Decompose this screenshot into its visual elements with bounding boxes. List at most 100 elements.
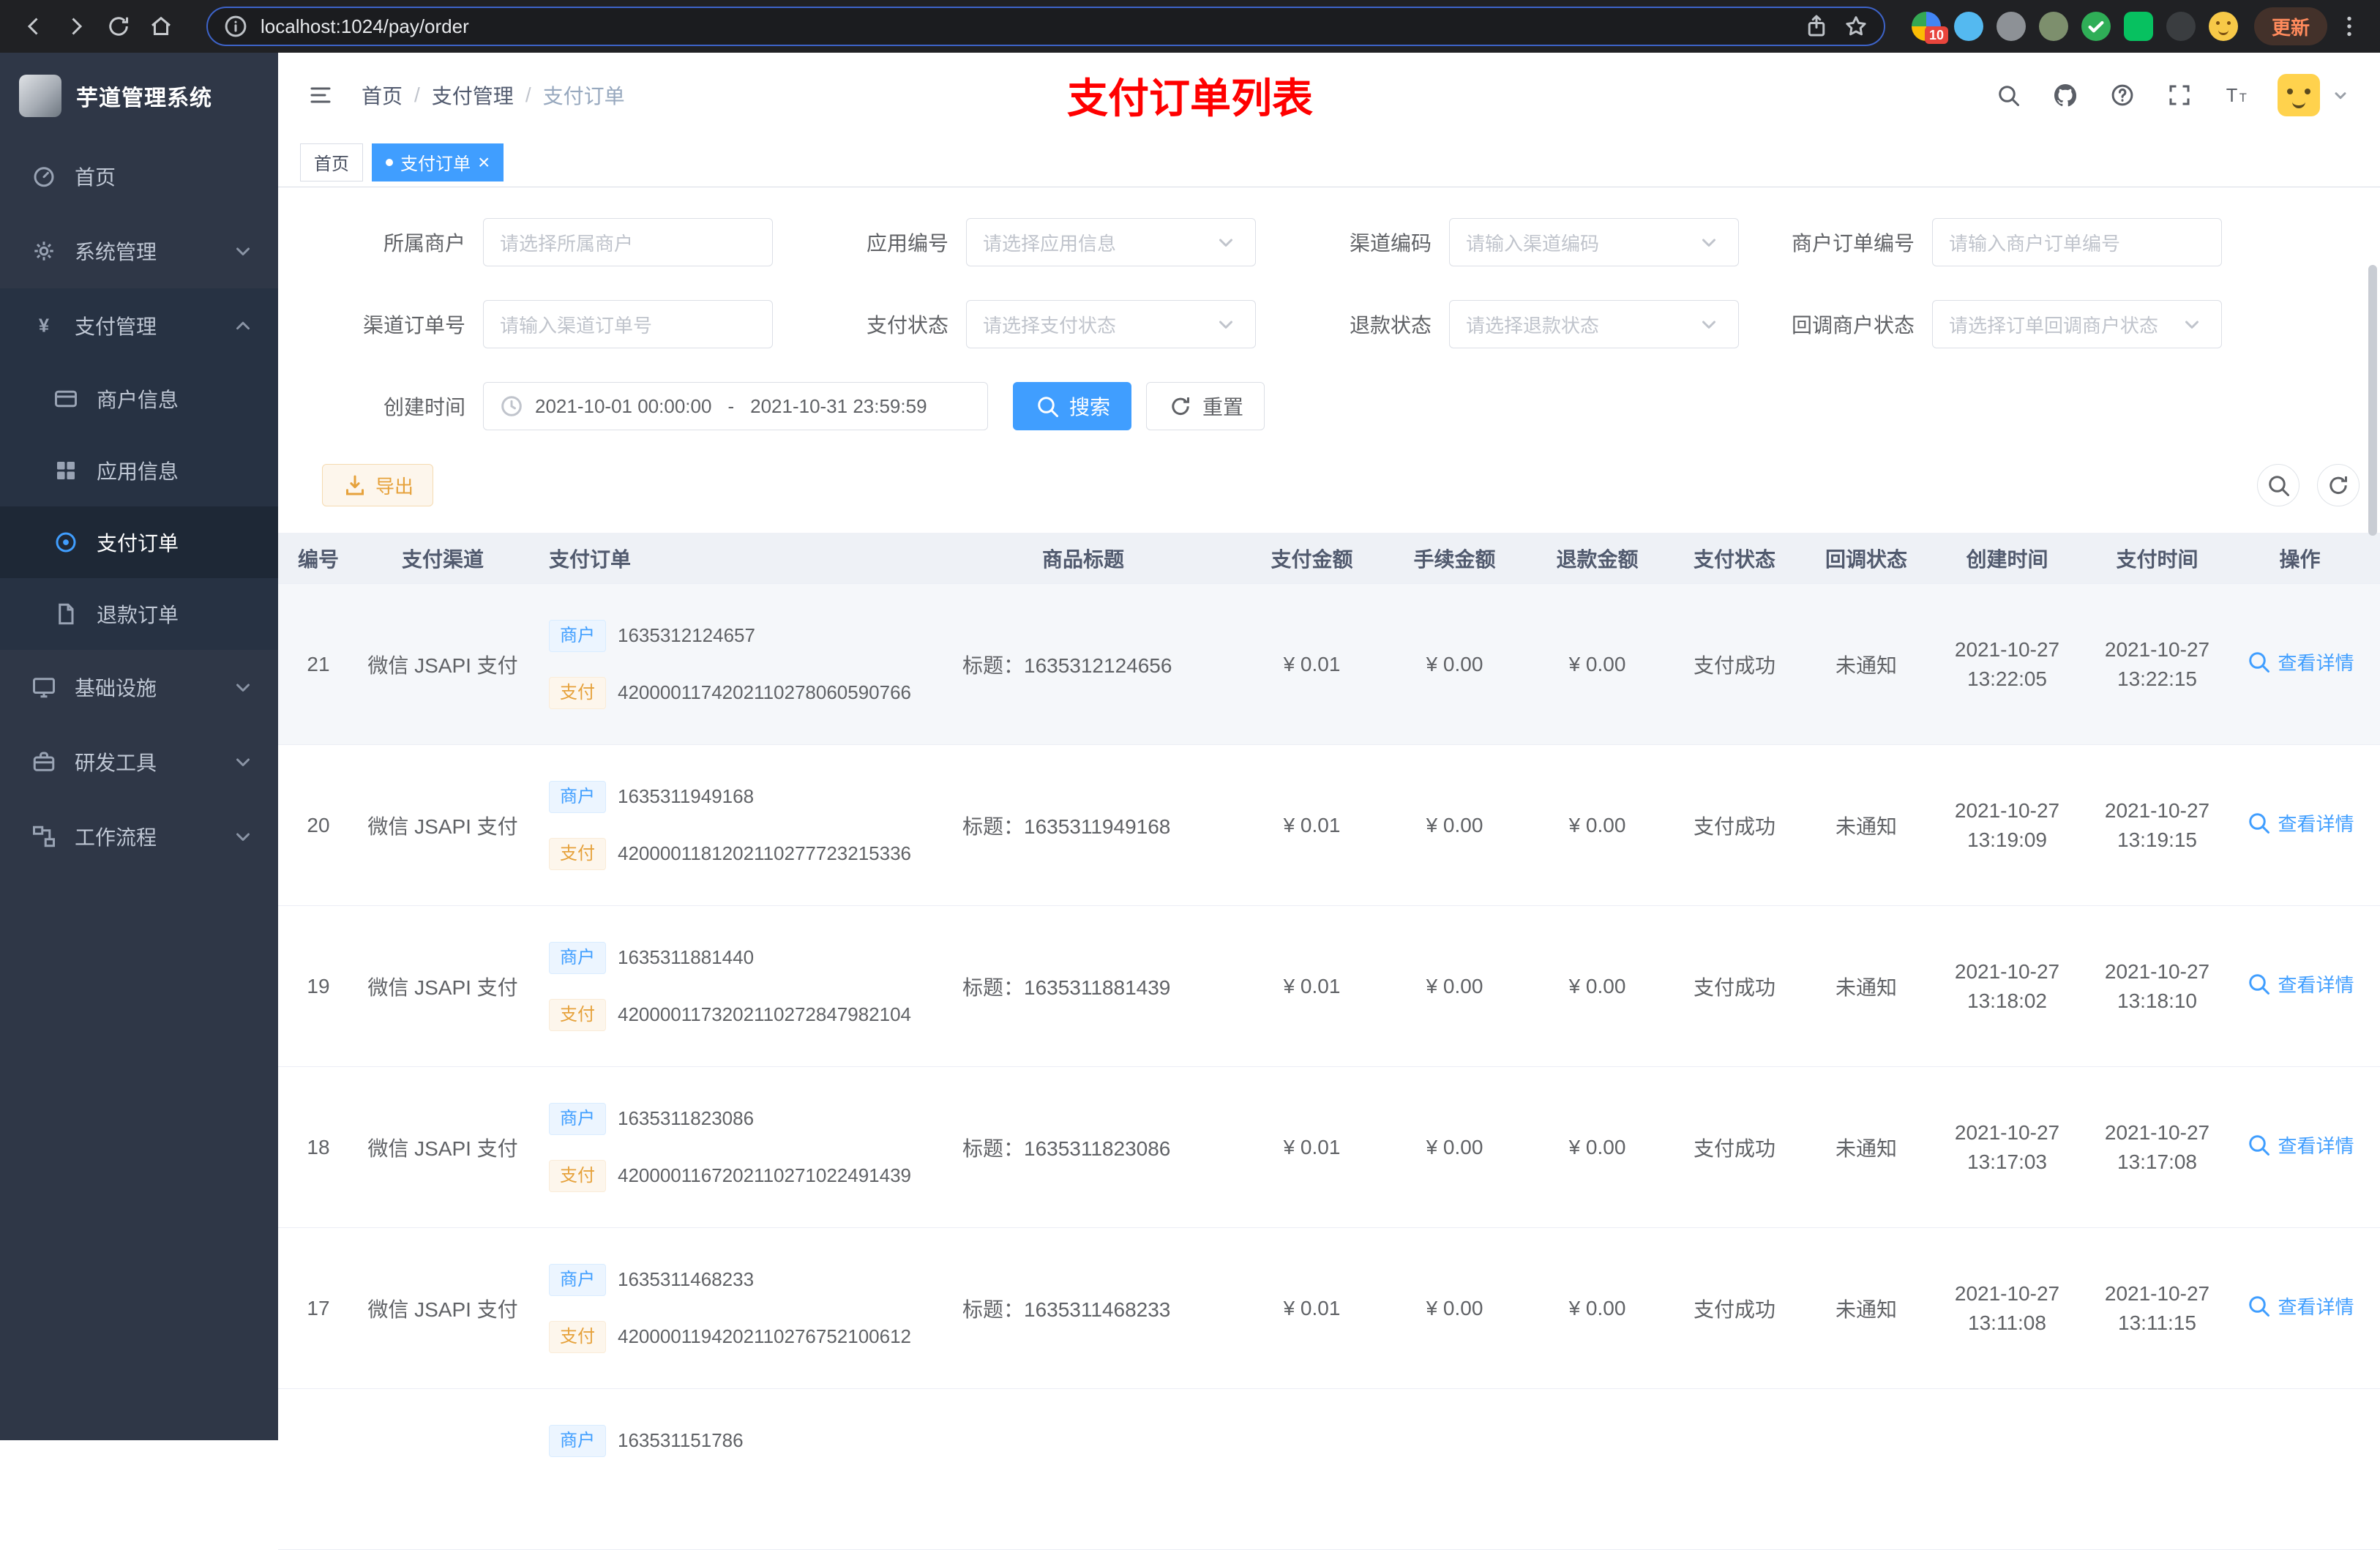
- browser-menu-icon[interactable]: [2335, 12, 2364, 41]
- cell-amount: ¥ 0.01: [1283, 974, 1341, 997]
- search-icon: [2265, 472, 2291, 498]
- site-info-icon[interactable]: [221, 12, 250, 41]
- placeholder-text: 请选择应用信息: [983, 232, 1117, 255]
- datetime-line: 2021-10-27: [2104, 1120, 2210, 1144]
- filter-channel-order-no-input[interactable]: 请输入渠道订单号: [483, 300, 773, 348]
- sidebar-item-label: 基础设施: [75, 677, 157, 700]
- filter-refund-status-select[interactable]: 请选择退款状态: [1449, 300, 1739, 348]
- sidebar-item-workflow[interactable]: 工作流程: [0, 799, 278, 874]
- sidebar-item-refund-order[interactable]: 退款订单: [0, 578, 278, 650]
- yen-icon: ¥: [29, 311, 59, 340]
- filter-channel-code-select[interactable]: 请输入渠道编码: [1449, 218, 1739, 266]
- column-header: 操作: [2279, 547, 2321, 571]
- update-button[interactable]: 更新: [2253, 7, 2327, 45]
- view-detail-link[interactable]: 查看详情: [2245, 1292, 2354, 1319]
- cell-fee: ¥ 0.00: [1426, 1296, 1483, 1319]
- toolbar-right: [2257, 464, 2360, 506]
- merchant-order-line: 商户 1635312124657: [549, 619, 920, 652]
- filter-notify-status-select[interactable]: 请选择订单回调商户状态: [1932, 300, 2222, 348]
- sidebar-item-home[interactable]: 首页: [0, 139, 278, 214]
- tab-首页[interactable]: 首页: [300, 143, 363, 181]
- breadcrumb-item[interactable]: 首页: [362, 81, 403, 110]
- sidebar-item-infrastructure[interactable]: 基础设施: [0, 650, 278, 725]
- cell-fee: ¥ 0.00: [1426, 652, 1483, 675]
- filter-pay-status-select[interactable]: 请选择支付状态: [966, 300, 1256, 348]
- font-size-icon[interactable]: TT: [2220, 79, 2253, 111]
- filter-label: 回调商户状态: [1791, 314, 1915, 337]
- filter-app-no-select[interactable]: 请选择应用信息: [966, 218, 1256, 266]
- search-button[interactable]: 搜索: [1013, 382, 1132, 430]
- browser-back-icon[interactable]: [16, 9, 51, 44]
- monitor-icon: [29, 673, 59, 702]
- table-row: 20 微信 JSAPI 支付 商户 1635311949168 支付 4200001181…: [278, 745, 2380, 906]
- placeholder-text: 请输入渠道编码: [1466, 232, 1600, 255]
- breadcrumb-item[interactable]: 支付管理: [432, 81, 514, 110]
- merchant-order-no: 1635311881440: [618, 946, 755, 968]
- chevron-down-icon: [1213, 229, 1239, 255]
- clock-icon: [498, 393, 525, 419]
- extension-wechat-icon[interactable]: [2123, 12, 2153, 41]
- address-bar[interactable]: localhost:1024/pay/order: [206, 7, 1885, 46]
- sidebar-item-system[interactable]: 系统管理: [0, 214, 278, 288]
- content: 所属商户 请选择所属商户 应用编号 请选择应用信息 渠道编码 请输入渠道编码 商户订单编号请…: [278, 187, 2380, 1550]
- filter-merchant-order-no-input[interactable]: 请输入商户订单编号: [1932, 218, 2222, 266]
- sidebar-item-label: 商户信息: [97, 389, 179, 411]
- app-logo[interactable]: 芋道管理系统: [0, 53, 278, 139]
- merchant-order-no: 1635311468233: [618, 1268, 755, 1290]
- sidebar-item-merchant-info[interactable]: 商户信息: [0, 363, 278, 435]
- browser-home-icon[interactable]: [143, 9, 179, 44]
- view-detail-link[interactable]: 查看详情: [2245, 1131, 2354, 1158]
- view-detail-link[interactable]: 查看详情: [2245, 648, 2354, 675]
- cell-amount: ¥ 0.01: [1283, 1296, 1341, 1319]
- chevron-up-icon: [230, 312, 256, 339]
- fullscreen-icon[interactable]: [2163, 79, 2196, 111]
- view-detail-link[interactable]: 查看详情: [2245, 970, 2354, 997]
- refresh-button[interactable]: [2317, 464, 2360, 506]
- user-menu[interactable]: [2278, 74, 2354, 116]
- tab-支付订单[interactable]: 支付订单 ×: [372, 143, 504, 181]
- extension-dark-icon[interactable]: [2166, 12, 2196, 41]
- browser-reload-icon[interactable]: [101, 9, 136, 44]
- extension-olive-icon[interactable]: [2038, 12, 2068, 41]
- cell-amount: ¥ 0.01: [1283, 652, 1341, 675]
- github-icon[interactable]: [2049, 79, 2081, 111]
- cell-action: 查看详情: [2232, 1131, 2368, 1164]
- cell-created: 2021-10-27 13:11:08: [1932, 1279, 2082, 1338]
- extension-gray-icon[interactable]: [1996, 12, 2026, 41]
- sidebar-item-payment[interactable]: ¥ 支付管理: [0, 288, 278, 363]
- filter-refund-status: 退款状态 请选择退款状态: [1288, 300, 1771, 348]
- browser-chrome: localhost:1024/pay/order 10 更新: [0, 0, 2380, 53]
- datetime-line: 2021-10-27: [1954, 1120, 2060, 1144]
- scrollbar-thumb[interactable]: [2368, 265, 2377, 536]
- chevron-down-icon: [230, 749, 256, 775]
- pay-order-no: 4200001173202110272847982104: [618, 1003, 912, 1025]
- merchant-order-line: 商户 1635311468233: [549, 1263, 920, 1296]
- extension-green-check-icon[interactable]: [2081, 12, 2111, 41]
- sidebar-item-pay-order[interactable]: 支付订单: [0, 506, 278, 578]
- view-detail-link[interactable]: 查看详情: [2245, 809, 2354, 836]
- cell-created: 2021-10-27 13:18:02: [1932, 957, 2082, 1016]
- filter-channel-order-no: 渠道订单号 请输入渠道订单号: [322, 300, 805, 348]
- extension-colorful-icon[interactable]: 10: [1911, 12, 1948, 44]
- share-icon[interactable]: [1802, 12, 1831, 41]
- chevron-down-icon: [1213, 311, 1239, 337]
- toggle-search-button[interactable]: [2257, 464, 2299, 506]
- help-icon[interactable]: [2106, 79, 2138, 111]
- bookmark-star-icon[interactable]: [1841, 12, 1871, 41]
- browser-forward-icon[interactable]: [59, 9, 94, 44]
- chevron-down-icon: [1696, 311, 1722, 337]
- extension-emoji-icon[interactable]: [2208, 12, 2238, 41]
- extension-blue-icon[interactable]: [1953, 12, 1983, 41]
- filter-merchant-input[interactable]: 请选择所属商户: [483, 218, 773, 266]
- sidebar-item-app-info[interactable]: 应用信息: [0, 435, 278, 506]
- close-icon[interactable]: ×: [478, 151, 490, 173]
- search-icon[interactable]: [1992, 79, 2024, 111]
- export-button[interactable]: 导出: [322, 464, 434, 506]
- placeholder-text: 请选择退款状态: [1466, 314, 1600, 337]
- reset-button[interactable]: 重置: [1146, 382, 1265, 430]
- sidebar-toggle-icon[interactable]: [304, 79, 337, 111]
- create-time-range-input[interactable]: 2021-10-01 00:00:00-2021-10-31 23:59:59: [483, 382, 988, 430]
- column-header: 编号: [297, 547, 339, 571]
- sidebar-item-devtools[interactable]: 研发工具: [0, 725, 278, 799]
- placeholder-text: 请选择订单回调商户状态: [1949, 314, 2159, 337]
